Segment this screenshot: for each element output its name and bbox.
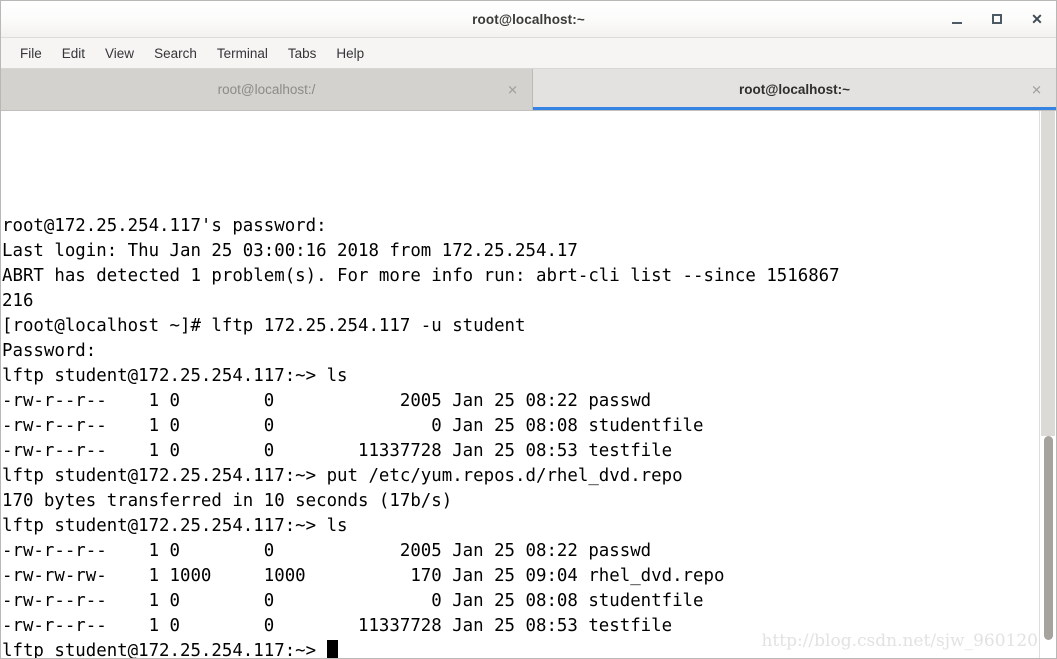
terminal-line: lftp student@172.25.254.117:~> put /etc/… [2,466,683,486]
terminal-line: 216 [2,291,34,311]
menu-item-search[interactable]: Search [144,43,207,64]
terminal-line: root@172.25.254.117's password: [2,216,327,236]
close-icon: ✕ [1031,11,1043,27]
terminal-line: -rw-r--r-- 1 0 0 2005 Jan 25 08:22 passw… [2,541,652,561]
menubar: File Edit View Search Terminal Tabs Help [1,38,1056,69]
menu-item-edit[interactable]: Edit [52,43,95,64]
terminal-line: -rw-r--r-- 1 0 0 11337728 Jan 25 08:53 t… [2,616,673,636]
terminal-line: -rw-rw-rw- 1 1000 1000 170 Jan 25 09:04 … [2,566,725,586]
terminal-line: -rw-r--r-- 1 0 0 11337728 Jan 25 08:53 t… [2,441,673,461]
terminal-line: -rw-r--r-- 1 0 0 2005 Jan 25 08:22 passw… [2,391,652,411]
minimize-button[interactable] [946,8,968,30]
tab-root-localhost-home[interactable]: root@localhost:~ ✕ [533,69,1056,110]
scrollbar-track[interactable] [1041,111,1055,436]
menu-item-help[interactable]: Help [326,43,374,64]
menu-item-file[interactable]: File [10,43,52,64]
titlebar: root@localhost:~ ✕ [1,1,1056,38]
terminal-area[interactable]: root@172.25.254.117's password: Last logi… [1,111,1056,658]
terminal-prompt: lftp student@172.25.254.117:~> [2,641,327,658]
menu-item-terminal[interactable]: Terminal [207,43,278,64]
maximize-button[interactable] [986,8,1008,30]
terminal-line: ABRT has detected 1 problem(s). For more… [2,266,840,286]
menu-item-view[interactable]: View [95,43,144,64]
tabbar: root@localhost:/ ✕ root@localhost:~ ✕ [1,69,1056,111]
window-title: root@localhost:~ [472,11,585,27]
scrollbar-thumb[interactable] [1044,436,1053,640]
terminal-line: [root@localhost ~]# lftp 172.25.254.117 … [2,316,526,336]
menu-item-tabs[interactable]: Tabs [278,43,327,64]
terminal-line: 170 bytes transferred in 10 seconds (17b… [2,491,453,511]
terminal-line: lftp student@172.25.254.117:~> ls [2,516,348,536]
terminal-prompt-line: lftp student@172.25.254.117:~> [2,639,1039,658]
close-button[interactable]: ✕ [1026,8,1048,30]
terminal-scrollbar[interactable] [1039,111,1056,658]
terminal-line: Password: [2,341,97,361]
terminal-line: -rw-r--r-- 1 0 0 0 Jan 25 08:08 studentf… [2,416,704,436]
window-controls: ✕ [946,1,1048,37]
tab-label: root@localhost:~ [738,82,851,97]
tab-close-icon[interactable]: ✕ [1031,83,1042,96]
terminal-line: lftp student@172.25.254.117:~> ls [2,366,348,386]
tab-close-icon[interactable]: ✕ [507,83,518,96]
terminal-window: root@localhost:~ ✕ File Edit View Search… [0,0,1057,659]
terminal-cursor [326,640,338,658]
maximize-icon [992,14,1002,24]
tab-label: root@localhost:/ [217,82,316,97]
tab-root-localhost-slash[interactable]: root@localhost:/ ✕ [1,69,533,110]
minimize-icon [952,22,962,24]
terminal-line: Last login: Thu Jan 25 03:00:16 2018 fro… [2,241,578,261]
terminal-line: -rw-r--r-- 1 0 0 0 Jan 25 08:08 studentf… [2,591,704,611]
terminal-output[interactable]: root@172.25.254.117's password: Last logi… [1,111,1039,658]
